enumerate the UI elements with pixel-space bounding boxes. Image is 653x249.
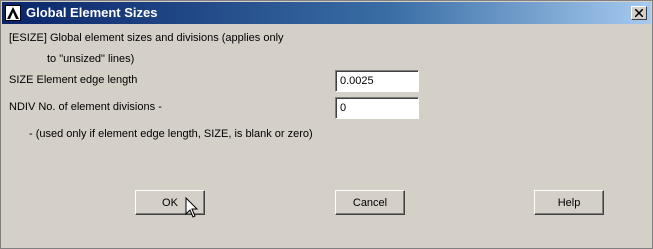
size-note: - (used only if element edge length, SIZ… [29, 128, 313, 140]
ndiv-input[interactable] [335, 97, 419, 119]
title-bar[interactable]: Global Element Sizes [2, 2, 651, 24]
size-input[interactable] [335, 70, 419, 92]
size-label: SIZE Element edge length [9, 74, 138, 86]
window-title: Global Element Sizes [26, 5, 158, 20]
close-button[interactable] [631, 6, 647, 20]
ndiv-label: NDIV No. of element divisions - [9, 101, 162, 113]
ansys-logo-icon [5, 5, 21, 21]
help-button[interactable]: Help [534, 190, 604, 215]
esize-description-line2: to "unsized" lines) [47, 53, 135, 65]
close-icon [635, 9, 643, 17]
dialog-window: Global Element Sizes [ESIZE] Global elem… [0, 0, 653, 249]
cancel-button[interactable]: Cancel [335, 190, 405, 215]
esize-description-line1: [ESIZE] Global element sizes and divisio… [9, 32, 284, 44]
ok-button[interactable]: OK [135, 190, 205, 215]
